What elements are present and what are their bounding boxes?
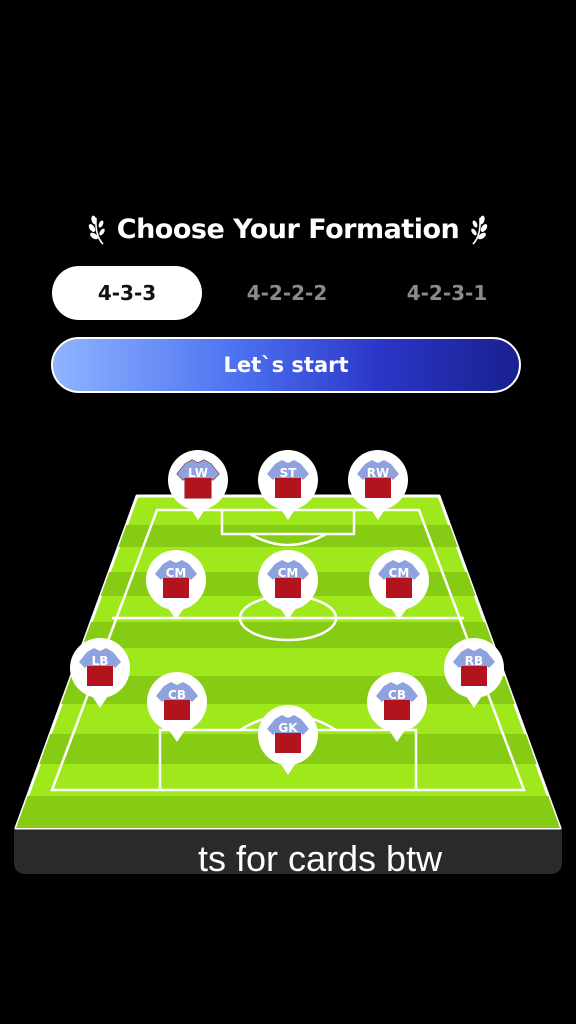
tab-4-2-3-1[interactable]: 4-2-3-1: [372, 266, 522, 320]
player-marker[interactable]: RW: [346, 448, 410, 522]
position-label: CM: [165, 566, 187, 580]
position-label: RB: [464, 654, 484, 668]
player-marker[interactable]: LW: [166, 448, 230, 522]
tab-4-2-2-2[interactable]: 4-2-2-2: [212, 266, 362, 320]
page-title: Choose Your Formation: [116, 213, 460, 245]
formation-tabs: 4-3-3 4-2-2-2 4-2-3-1: [52, 266, 524, 320]
video-caption: ts for cards btw: [198, 838, 443, 879]
jersey-icon: [258, 550, 318, 620]
jersey-icon: [369, 550, 429, 620]
player-marker[interactable]: CM: [367, 548, 431, 622]
tab-4-3-3[interactable]: 4-3-3: [52, 266, 202, 320]
position-label: ST: [279, 466, 297, 480]
start-button[interactable]: Let`s start: [51, 337, 521, 393]
position-label: LB: [91, 654, 109, 668]
player-marker[interactable]: CB: [365, 670, 429, 744]
player-marker[interactable]: LB: [68, 636, 132, 710]
position-label: CB: [168, 688, 186, 702]
pitch: LW ST RW CM CM CM LB CB CB RB GK: [0, 430, 576, 890]
position-label: RW: [366, 466, 390, 480]
position-label: CB: [388, 688, 406, 702]
jersey-icon: [70, 638, 130, 708]
player-marker[interactable]: CM: [144, 548, 208, 622]
jersey-icon: [258, 705, 318, 775]
title-row: Choose Your Formation: [0, 208, 576, 250]
jersey-icon: [147, 672, 207, 742]
player-marker[interactable]: GK: [256, 703, 320, 777]
jersey-icon: [444, 638, 504, 708]
jersey-icon: [258, 450, 318, 520]
position-label: CM: [388, 566, 410, 580]
jersey-icon: [146, 550, 206, 620]
position-label: GK: [278, 721, 298, 735]
player-marker[interactable]: RB: [442, 636, 506, 710]
player-marker[interactable]: CM: [256, 548, 320, 622]
position-label: CM: [277, 566, 299, 580]
laurel-icon: [471, 215, 488, 245]
jersey-icon: [348, 450, 408, 520]
player-marker[interactable]: ST: [256, 448, 320, 522]
jersey-icon: [168, 450, 228, 520]
player-marker[interactable]: CB: [145, 670, 209, 744]
jersey-icon: [367, 672, 427, 742]
position-label: LW: [188, 466, 208, 480]
laurel-icon: [88, 215, 105, 245]
